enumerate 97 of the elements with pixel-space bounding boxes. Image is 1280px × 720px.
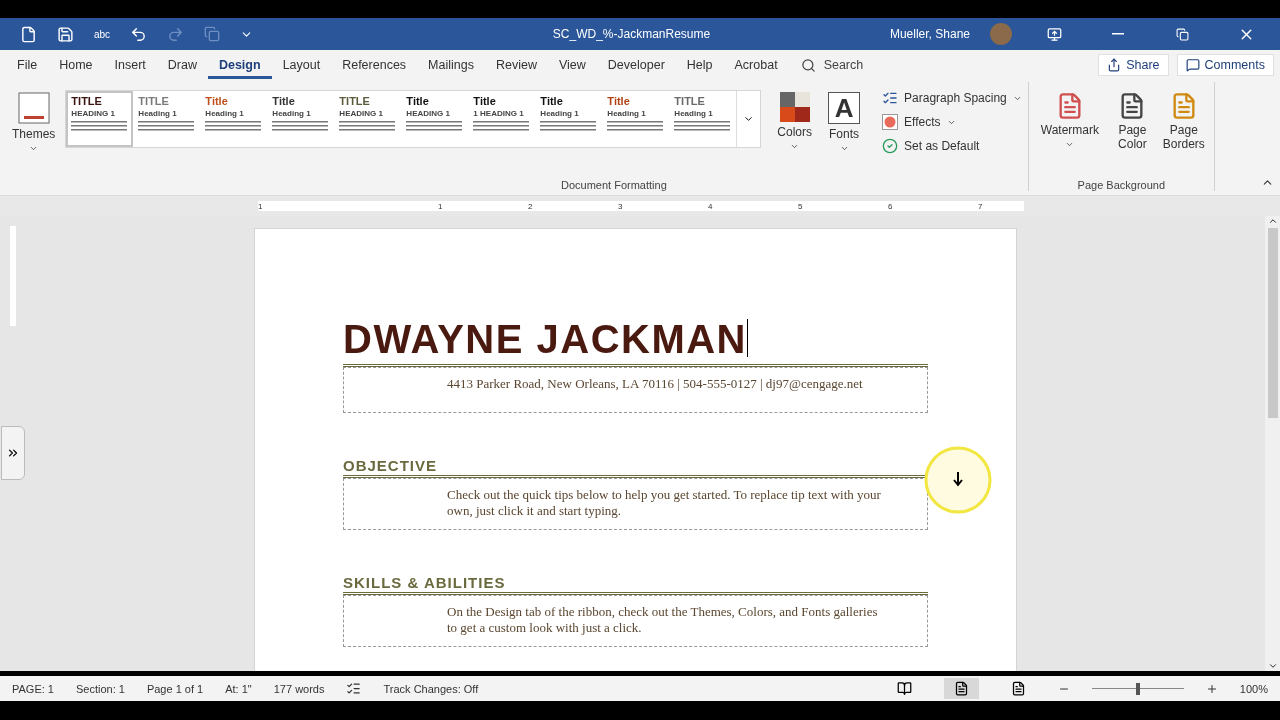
colors-button[interactable]: Colors — [771, 90, 819, 153]
minimize-icon — [1112, 33, 1124, 35]
set-as-default-button[interactable]: Set as Default — [882, 138, 1022, 154]
watermark-button[interactable]: Watermark — [1034, 90, 1106, 151]
cursor-highlight-icon — [923, 445, 993, 515]
search-field[interactable]: Search — [800, 57, 864, 73]
group-label: Document Formatting — [560, 179, 668, 191]
status-text: 177 words — [273, 682, 325, 695]
track-changes-status[interactable]: Track Changes: Off — [383, 682, 479, 695]
copy-icon — [204, 26, 221, 42]
page-icon — [1010, 681, 1026, 696]
proofing-icon[interactable] — [346, 681, 362, 696]
section-heading: SKILLS & ABILITIES — [343, 574, 928, 595]
ruler-number: 4 — [708, 201, 714, 211]
ribbon-tab[interactable]: Mailings — [417, 51, 485, 79]
book-icon — [896, 681, 912, 696]
new-document-icon — [20, 25, 37, 43]
text-preview-lines — [540, 120, 599, 134]
fonts-glyph: A — [828, 92, 861, 124]
ruler-number: 2 — [528, 201, 534, 211]
section-text: On the Design tab of the ribbon, check out the Themes, Colors, and Fonts galleries to get a custom look with just a click. — [343, 595, 928, 647]
scroll-up-icon[interactable] — [1267, 216, 1278, 226]
ribbon-tab[interactable]: File — [6, 51, 49, 79]
ruler-number: 1 — [438, 201, 444, 211]
page-color-button[interactable]: Page Color — [1109, 90, 1156, 153]
caret-icon — [790, 142, 800, 151]
effects-button[interactable]: Effects — [882, 114, 1022, 130]
monitor-icon — [1046, 26, 1062, 42]
ruler-number: 5 — [798, 201, 804, 211]
scrollbar-thumb[interactable] — [1267, 228, 1278, 418]
style-set-thumbnail[interactable]: TITLE HEADING 1 — [66, 91, 134, 147]
text-preview-lines — [473, 120, 532, 134]
effects-icon — [882, 114, 899, 130]
ribbon-tab[interactable]: References — [331, 51, 418, 79]
themes-icon — [17, 92, 50, 124]
save-icon — [57, 25, 74, 43]
status-text: Section: 1 — [76, 682, 125, 695]
ribbon-tab[interactable]: Draw — [156, 51, 208, 79]
ribbon-tab[interactable]: Developer — [596, 51, 676, 79]
paragraph-spacing-button[interactable]: Paragraph Spacing — [882, 90, 1022, 106]
ruler-number: 7 — [978, 201, 984, 211]
color-swatches-icon — [779, 92, 810, 122]
undo-button[interactable] — [130, 25, 148, 43]
horizontal-ruler[interactable]: 1 1 2 3 4 5 6 7 — [258, 201, 1024, 211]
ribbon-tab[interactable]: View — [547, 51, 597, 79]
text-preview-lines — [272, 120, 331, 134]
group-label: Page Background — [1076, 179, 1166, 191]
caret-icon — [1065, 140, 1075, 149]
text-preview-lines — [406, 120, 465, 134]
new-document-button[interactable] — [20, 25, 37, 43]
user-name: Mueller, Shane — [889, 27, 970, 41]
contact-info: 4413 Parker Road, New Orleans, LA 70116 | 504-555-0127 | dj97@cengage.net — [343, 367, 928, 413]
status-text: Page 1 of 1 — [146, 682, 204, 695]
text-preview-lines — [71, 120, 130, 134]
fonts-button[interactable]: A Fonts — [822, 90, 867, 155]
themes-button[interactable]: Themes — [6, 90, 62, 155]
spelling-button[interactable]: abc — [94, 28, 111, 40]
zoom-in-icon[interactable] — [1205, 682, 1218, 695]
redo-icon — [167, 25, 185, 43]
text-preview-lines — [205, 120, 264, 134]
print-layout-icon[interactable] — [943, 678, 979, 699]
restore-icon — [1175, 27, 1189, 41]
ribbon-tab[interactable]: Help — [675, 51, 724, 79]
ribbon-tab[interactable]: Review — [484, 51, 548, 79]
paragraph-spacing-icon — [882, 90, 899, 106]
zoom-thumb[interactable] — [1135, 682, 1140, 695]
zoom-level[interactable]: 100% — [1239, 682, 1268, 695]
ruler-number: 6 — [888, 201, 894, 211]
text-preview-lines — [607, 120, 666, 134]
ribbon-tab[interactable]: Insert — [103, 51, 157, 79]
ribbon-tab[interactable]: Home — [48, 51, 104, 79]
save-button[interactable] — [57, 25, 74, 43]
caret-icon — [29, 144, 39, 153]
resume-name: DWAYNE JACKMAN — [343, 317, 928, 367]
status-text: PAGE: 1 — [12, 682, 54, 695]
ribbon-tab[interactable]: Acrobat — [723, 51, 789, 79]
text-preview-lines — [339, 120, 398, 134]
window-title: SC_WD_%-JackmanResume — [551, 27, 712, 41]
ribbon-tab[interactable]: Layout — [271, 51, 332, 79]
caret-icon — [839, 144, 849, 153]
double-chevron-icon — [6, 446, 20, 460]
ruler-number: 1 — [258, 201, 264, 211]
text-preview-lines — [674, 120, 733, 134]
share-button[interactable]: Share — [1098, 54, 1169, 76]
ruler-number: 3 — [618, 201, 624, 211]
page-borders-button[interactable]: Page Borders — [1159, 90, 1208, 153]
page-icon — [953, 681, 969, 696]
undo-icon — [130, 25, 148, 43]
comment-icon — [1185, 58, 1200, 72]
status-text: At: 1" — [225, 682, 252, 695]
search-icon — [800, 57, 816, 73]
scroll-down-icon[interactable] — [1267, 661, 1278, 671]
navigation-pane-handle[interactable] — [1, 426, 25, 480]
text-preview-lines — [138, 120, 197, 134]
share-icon — [1107, 58, 1122, 72]
check-circle-icon — [882, 138, 899, 154]
comments-button[interactable]: Comments — [1176, 54, 1274, 76]
